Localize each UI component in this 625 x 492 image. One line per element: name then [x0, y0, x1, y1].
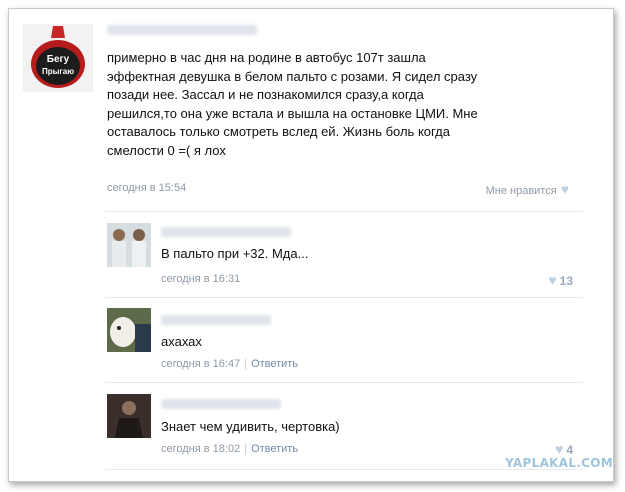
comment-author-name[interactable] — [161, 315, 271, 325]
comment-likes[interactable]: ♥ 13 — [548, 272, 573, 288]
comment-meta: сегодня в 18:02 | Ответить — [161, 443, 298, 455]
site-watermark: YAPLAKAL.COM — [505, 456, 613, 470]
comment-timestamp[interactable]: сегодня в 16:31 — [161, 273, 240, 285]
comment-avatar[interactable] — [107, 223, 151, 267]
divider — [105, 211, 583, 212]
heart-icon: ♥ — [560, 181, 569, 197]
meta-separator: | — [244, 358, 248, 370]
like-count: 4 — [566, 443, 573, 457]
svg-text:Прыгаю: Прыгаю — [42, 67, 74, 76]
comment-text: В пальто при +32. Мда... — [161, 246, 309, 261]
comment-timestamp[interactable]: сегодня в 16:47 — [161, 358, 240, 370]
comment-likes[interactable]: ♥ 4 — [555, 441, 573, 457]
comment-text: Знает чем удивить, чертовка) — [161, 419, 340, 434]
like-count: 13 — [559, 274, 573, 288]
comment-timestamp[interactable]: сегодня в 18:02 — [161, 443, 240, 455]
comment-meta: сегодня в 16:47 | Ответить — [161, 358, 298, 370]
post-text: примерно в час дня на родине в автобус 1… — [107, 50, 478, 158]
post-like-button[interactable]: Мне нравится ♥ — [486, 181, 569, 197]
svg-text:Бегу: Бегу — [47, 54, 70, 65]
comment-text: ахахах — [161, 334, 202, 349]
like-label: Мне нравится — [485, 185, 557, 197]
post-timestamp[interactable]: сегодня в 15:54 — [107, 182, 186, 194]
post-author-avatar[interactable]: Бегу Прыгаю — [23, 24, 93, 92]
avatar-photo-icon — [107, 394, 151, 438]
reply-button[interactable]: Ответить — [251, 358, 298, 370]
comment-author-name[interactable] — [161, 399, 281, 409]
comment-avatar[interactable] — [107, 394, 151, 438]
comment-meta: сегодня в 16:31 — [161, 273, 240, 285]
avatar-photo-icon — [107, 223, 151, 267]
divider — [105, 382, 583, 383]
avatar-photo-icon — [107, 308, 151, 352]
heart-icon: ♥ — [555, 441, 564, 457]
vk-comment-thread: Бегу Прыгаю примерно в час дня на родине… — [8, 8, 614, 482]
comment-avatar[interactable] — [107, 308, 151, 352]
divider — [105, 297, 583, 298]
post-author-name[interactable] — [107, 25, 257, 35]
reply-button[interactable]: Ответить — [251, 443, 298, 455]
heart-icon: ♥ — [548, 272, 557, 288]
avatar-logo-icon: Бегу Прыгаю — [31, 26, 85, 88]
meta-separator: | — [244, 443, 248, 455]
comment-author-name[interactable] — [161, 227, 291, 237]
